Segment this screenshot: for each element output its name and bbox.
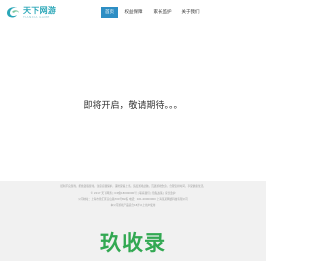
nav-item-parental-guardianship[interactable]: 家长监护	[148, 7, 177, 18]
logo-swirl-icon	[7, 7, 19, 18]
footer-age-notice: 本公司游戏产品适合18岁以上用户使用	[110, 204, 156, 207]
main-nav: 首页 权益保障 家长监护 关于我们	[101, 7, 203, 18]
footer-copyright: © 2017 天下网游 | ICP备18000000号 | 联系我们 | 隐私政…	[90, 192, 176, 195]
logo-title: 天下网游	[23, 5, 57, 15]
header: 天下网游 TIANXIA GAME 首页 权益保障 家长监护 关于我们	[0, 0, 266, 24]
watermark-logo: 玖收录	[100, 231, 166, 255]
logo[interactable]: 天下网游 TIANXIA GAME	[5, 5, 56, 20]
nav-item-rights[interactable]: 权益保障	[120, 7, 147, 18]
logo-subtitle: TIANXIA GAME	[23, 14, 50, 19]
nav-item-home[interactable]: 首页	[101, 7, 118, 18]
footer-company-info: 公司地址：上海市徐汇区宜山路700号B2栋 电话：021-00000000 上海…	[78, 198, 188, 201]
footer-notice: 抵制不良游戏，拒绝盗版游戏。注意自我保护，谨防受骗上当。适度游戏益脑，沉迷游戏伤…	[60, 185, 206, 188]
footer: 抵制不良游戏，拒绝盗版游戏。注意自我保护，谨防受骗上当。适度游戏益脑，沉迷游戏伤…	[0, 181, 266, 261]
coming-soon-message: 即将开启，敬请期待。。。	[83, 101, 183, 111]
nav-item-about-us[interactable]: 关于我们	[178, 7, 203, 18]
